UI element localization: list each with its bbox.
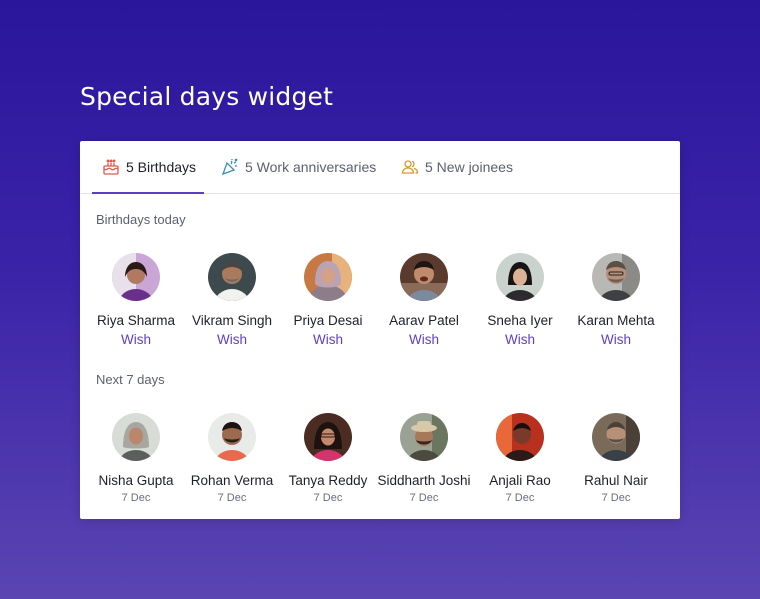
person-card: Sneha Iyer Wish [472,253,568,347]
person-card: Rahul Nair 7 Dec [568,413,664,504]
avatar [208,253,256,301]
avatar [208,413,256,461]
wish-button[interactable]: Wish [184,332,280,347]
person-name: Tanya Reddy [288,473,368,488]
person-card: Anjali Rao 7 Dec [472,413,568,504]
tab-new-joinees-label: 5 New joinees [425,159,513,175]
tab-bar: 5 Birthdays 5 Work anniversaries 5 New j… [80,141,680,194]
upcoming-row: Nisha Gupta 7 Dec Rohan Verma 7 Dec Tany… [80,413,680,513]
wish-button[interactable]: Wish [568,332,664,347]
party-popper-icon [221,158,239,176]
avatar [592,253,640,301]
person-name: Vikram Singh [191,313,273,328]
users-icon [401,158,419,176]
person-card: Karan Mehta Wish [568,253,664,347]
special-days-card: 5 Birthdays 5 Work anniversaries 5 New j… [80,141,680,519]
wish-button[interactable]: Wish [376,332,472,347]
tab-birthdays-label: 5 Birthdays [126,159,197,175]
person-name: Riya Sharma [96,313,176,328]
page-title: Special days widget [80,82,334,111]
tab-work-anniversaries-label: 5 Work anniversaries [245,159,377,175]
person-name: Karan Mehta [577,313,655,328]
person-card: Tanya Reddy 7 Dec [280,413,376,504]
person-card: Riya Sharma Wish [88,253,184,347]
avatar [400,413,448,461]
birthday-date: 7 Dec [505,492,535,504]
tab-birthdays[interactable]: 5 Birthdays [102,141,196,193]
birthday-date: 7 Dec [121,492,151,504]
person-name: Priya Desai [293,313,363,328]
person-card: Vikram Singh Wish [184,253,280,347]
avatar [304,413,352,461]
avatar [112,253,160,301]
section-label-today: Birthdays today [96,212,186,227]
tab-new-joinees[interactable]: 5 New joinees [401,141,513,193]
section-label-upcoming: Next 7 days [96,372,165,387]
person-name: Nisha Gupta [98,473,174,488]
avatar [592,413,640,461]
birthday-date: 7 Dec [313,492,343,504]
active-tab-indicator [92,192,204,194]
person-name: Sneha Iyer [487,313,553,328]
wish-button[interactable]: Wish [472,332,568,347]
person-name: Rahul Nair [584,473,648,488]
person-name: Rohan Verma [190,473,274,488]
avatar [400,253,448,301]
avatar [496,253,544,301]
today-row: Riya Sharma Wish Vikram Singh Wish Priya… [80,253,680,353]
person-name: Anjali Rao [489,473,551,488]
birthday-date: 7 Dec [409,492,439,504]
person-card: Rohan Verma 7 Dec [184,413,280,504]
tab-work-anniversaries[interactable]: 5 Work anniversaries [221,141,376,193]
person-card: Priya Desai Wish [280,253,376,347]
birthday-date: 7 Dec [601,492,631,504]
birthday-date: 7 Dec [217,492,247,504]
person-name: Aarav Patel [389,313,459,328]
wish-button[interactable]: Wish [88,332,184,347]
avatar [112,413,160,461]
person-card: Nisha Gupta 7 Dec [88,413,184,504]
wish-button[interactable]: Wish [280,332,376,347]
person-card: Aarav Patel Wish [376,253,472,347]
avatar [496,413,544,461]
avatar [304,253,352,301]
person-card: Siddharth Joshi 7 Dec [376,413,472,504]
cake-icon [102,158,120,176]
person-name: Siddharth Joshi [377,473,471,488]
